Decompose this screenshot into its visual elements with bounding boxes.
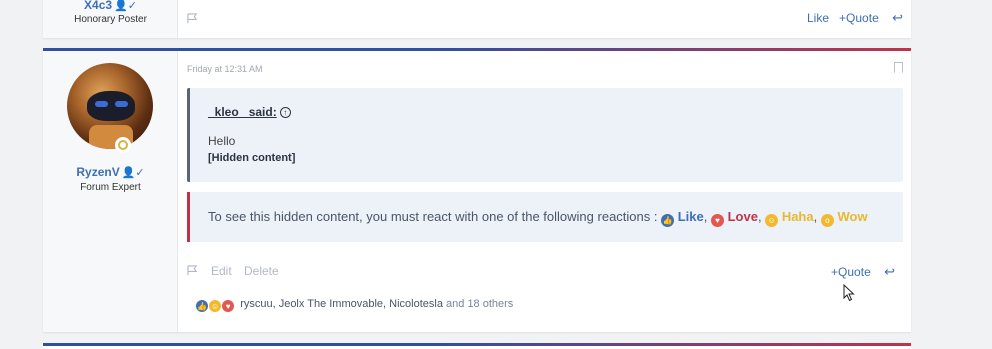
previous-post-actions: Like +Quote ↩: [807, 10, 903, 26]
post-actions-left: Edit Delete: [187, 264, 279, 278]
haha-reaction-icon: ☺: [765, 214, 779, 227]
avatar-eye-right: [115, 101, 128, 107]
previous-user-pane: X4c3 👤✓ Honorary Poster: [43, 0, 178, 38]
like-reaction-icon: 👍: [195, 299, 209, 313]
plus-icon: +: [831, 265, 839, 279]
wow-reaction-label: Wow: [837, 209, 868, 224]
quote-author-link[interactable]: _kleo_ said:: [208, 105, 277, 119]
haha-reaction-label: Haha: [781, 209, 814, 224]
quote-button[interactable]: Quote: [838, 265, 871, 279]
reactions-summary[interactable]: 👍 ☺ ♥ ryscuu, Jeolx The Immovable, Nicol…: [195, 298, 513, 313]
user-avatar[interactable]: [67, 63, 153, 149]
previous-user-title: Honorary Poster: [74, 14, 147, 25]
avatar-visor: [87, 91, 135, 121]
reply-icon[interactable]: ↩: [884, 264, 895, 280]
reply-icon[interactable]: ↩: [892, 10, 903, 26]
reaction-user-names[interactable]: ryscuu, Jeolx The Immovable, Nicolotesla: [240, 298, 443, 310]
arrow-up-circle-icon[interactable]: ↑: [279, 107, 291, 118]
previous-username-link[interactable]: X4c3 👤✓: [43, 0, 178, 12]
online-status-icon: [115, 137, 131, 153]
verified-user-icon: 👤✓: [114, 0, 137, 12]
report-flag-icon[interactable]: [187, 10, 198, 28]
report-flag-icon[interactable]: [187, 264, 198, 278]
next-post-accent-bar: [43, 343, 911, 346]
username[interactable]: RyzenV: [76, 165, 119, 179]
user-title: Forum Expert: [80, 182, 141, 193]
haha-reaction-icon: ☺: [208, 299, 223, 313]
forum-post: RyzenV 👤✓ Forum Expert Friday at 12:31 AM…: [43, 48, 911, 332]
user-pane: RyzenV 👤✓ Forum Expert: [43, 51, 178, 332]
like-reaction-icon: 👍: [661, 214, 675, 227]
love-reaction-icon: ♥: [221, 299, 236, 313]
avatar-eye-left: [95, 101, 108, 107]
love-reaction-label: Love: [727, 209, 758, 224]
quote-attribution[interactable]: _kleo_ said: ↑: [208, 105, 291, 119]
plus-icon: +: [839, 11, 847, 25]
previous-username[interactable]: X4c3: [84, 0, 112, 12]
verified-user-icon: 👤✓: [121, 167, 145, 179]
delete-button[interactable]: Delete: [244, 264, 279, 278]
next-post: [43, 343, 911, 349]
post-timestamp[interactable]: Friday at 12:31 AM: [187, 64, 263, 74]
quote-link[interactable]: Quote: [846, 11, 879, 25]
reaction-others-count[interactable]: and 18 others: [446, 298, 513, 310]
previous-post: X4c3 👤✓ Honorary Poster Like +Quote ↩: [43, 0, 911, 38]
wow-reaction-icon: o: [820, 214, 834, 227]
like-link[interactable]: Like: [807, 11, 829, 25]
quote-block: _kleo_ said: ↑ Hello [Hidden content]: [187, 88, 903, 182]
mouse-cursor-icon: [843, 284, 855, 302]
quote-text: Hello: [208, 134, 236, 148]
post-actions-right: +Quote ↩: [831, 264, 895, 280]
hidden-content-notice: To see this hidden content, you must rea…: [187, 192, 903, 242]
like-reaction-label: Like: [677, 209, 704, 224]
bookmark-icon[interactable]: [894, 62, 903, 73]
love-reaction-icon: ♥: [710, 214, 724, 227]
edit-button[interactable]: Edit: [211, 264, 232, 278]
hidden-notice-text: To see this hidden content, you must rea…: [208, 209, 658, 224]
quote-hidden-content: [Hidden content]: [208, 152, 296, 164]
username-link[interactable]: RyzenV 👤✓: [43, 165, 178, 179]
